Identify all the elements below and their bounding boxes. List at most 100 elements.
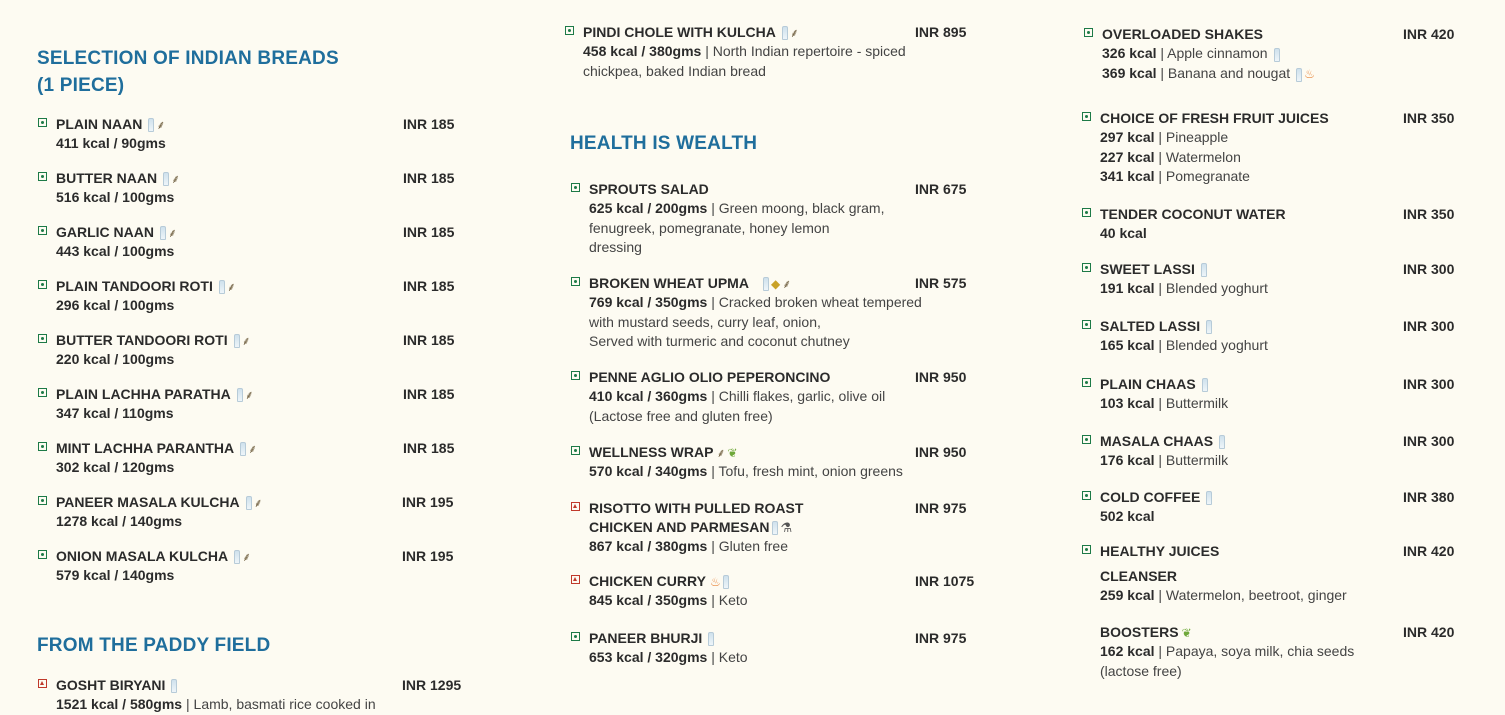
item-description: | Tofu, fresh mint, onion greens (711, 463, 903, 479)
item-description: (lactose free) (1100, 662, 1182, 679)
item-price: INR 975 (915, 630, 967, 646)
wheat-icon: ⸙ (789, 26, 799, 41)
menu-item-cold-coffee: COLD COFFEE INR 380 502 kcal (1082, 488, 1462, 527)
item-kcal: 502 kcal (1100, 508, 1155, 524)
menu-item-healthy-juices: HEALTHY JUICES INR 420 CLEANSER 259 kcal… (1082, 542, 1462, 606)
milk-icon (1296, 67, 1303, 82)
item-price: INR 300 (1403, 433, 1455, 449)
item-price: INR 1295 (402, 677, 462, 693)
nonveg-mark-icon (571, 575, 580, 584)
item-description: | Buttermilk (1158, 452, 1229, 468)
item-price: INR 300 (1403, 318, 1455, 334)
wheat-icon: ⸙ (244, 388, 254, 403)
item-price: INR 185 (403, 332, 455, 348)
menu-item-penne-aglio-olio: PENNE AGLIO OLIO PEPERONCINO INR 950 410… (571, 368, 989, 426)
item-subheading: CLEANSER (1100, 568, 1178, 584)
item-kcal: 369 kcal (1102, 65, 1157, 82)
menu-item-sweet-lassi: SWEET LASSI INR 300 191 kcal | Blended y… (1082, 260, 1462, 299)
veg-mark-icon (38, 388, 47, 397)
item-description: (Lactose free and gluten free) (589, 407, 773, 424)
item-kcal: 259 kcal (1100, 587, 1155, 603)
milk-icon (762, 276, 769, 291)
item-name: MINT LACHHA PARANTHA (56, 440, 235, 456)
item-name: CHICKEN CURRY (589, 573, 706, 589)
veg-mark-icon (1082, 545, 1091, 554)
item-description: | Cracked broken wheat tempered (711, 294, 922, 310)
milk-icon (722, 574, 729, 589)
item-price: INR 185 (403, 170, 455, 186)
item-description: | Watermelon (1158, 148, 1241, 165)
nut-icon: ◆ (770, 276, 781, 291)
item-kcal: 769 kcal / 350gms (589, 294, 708, 310)
veg-mark-icon (1082, 491, 1091, 500)
leaf-icon: ❦ (1181, 625, 1192, 640)
menu-item-risotto: RISOTTO WITH PULLED ROAST CHICKEN AND PA… (571, 499, 989, 557)
milk-icon (163, 171, 170, 186)
item-name: ONION MASALA KULCHA (56, 548, 229, 564)
item-description: fenugreek, pomegranate, honey lemon (589, 219, 830, 236)
veg-mark-icon (1082, 208, 1091, 217)
item-name: MASALA CHAAS (1100, 433, 1214, 449)
milk-icon (1201, 377, 1208, 392)
item-price: INR 420 (1403, 624, 1455, 640)
item-name: SALTED LASSI (1100, 318, 1201, 334)
item-kcal: 162 kcal (1100, 643, 1155, 659)
item-price: INR 575 (915, 275, 967, 291)
item-price: INR 300 (1403, 261, 1455, 277)
milk-icon (160, 225, 166, 240)
milk-icon (708, 631, 715, 646)
item-kcal: 297 kcal (1100, 129, 1155, 145)
item-kcal: 570 kcal / 340gms (589, 463, 708, 479)
item-name: SPROUTS SALAD (589, 181, 709, 197)
milk-icon (148, 117, 155, 132)
item-price: INR 195 (402, 548, 454, 564)
wheat-icon: ⸙ (248, 442, 258, 457)
item-name: CHICKEN AND PARMESAN (589, 519, 770, 535)
item-price: INR 350 (1403, 206, 1455, 222)
item-kcal: 302 kcal / 120gms (56, 459, 175, 475)
veg-mark-icon (38, 496, 47, 505)
veg-mark-icon (1082, 320, 1091, 329)
item-name: TENDER COCONUT WATER (1100, 206, 1286, 222)
wheat-icon: ⸙ (241, 334, 251, 349)
milk-icon (1200, 262, 1207, 277)
veg-mark-icon (38, 334, 47, 343)
item-kcal: 625 kcal / 200gms (589, 200, 708, 216)
item-description: | Blended yoghurt (1158, 337, 1268, 353)
menu-item-bread: ONION MASALA KULCHA ⸙ INR 195 579 kcal / 14… (38, 547, 466, 586)
milk-icon (1206, 319, 1213, 334)
milk-icon (234, 549, 241, 564)
item-price: INR 1075 (915, 573, 975, 589)
item-description: chickpea, baked Indian bread (583, 62, 766, 79)
item-description: | Gluten free (707, 538, 788, 554)
item-name: PLAIN NAAN (56, 116, 143, 132)
item-price: INR 420 (1403, 543, 1455, 559)
item-description: Served with turmeric and coconut chutney (589, 333, 850, 349)
item-description: | Apple cinnamon (1160, 45, 1268, 61)
item-price: INR 185 (403, 116, 455, 132)
item-name: GOSHT BIRYANI (56, 677, 166, 693)
veg-mark-icon (571, 183, 580, 192)
milk-icon (781, 25, 788, 40)
menu-item-gosht-biryani: GOSHT BIRYANI INR 1295 1521 kcal / 580gm… (38, 676, 466, 715)
item-price: INR 895 (915, 24, 967, 40)
item-description: | Blended yoghurt (1158, 280, 1268, 296)
menu-item-bread: BUTTER NAAN ⸙ INR 185 516 kcal / 100gms (38, 169, 466, 208)
item-price: INR 975 (915, 500, 967, 516)
item-description: | Chilli flakes, garlic, olive oil (711, 388, 886, 404)
milk-icon (218, 279, 225, 294)
nonveg-mark-icon (38, 679, 47, 688)
item-kcal: 1278 kcal / 140gms (56, 513, 183, 529)
milk-icon (240, 441, 247, 456)
item-name: OVERLOADED SHAKES (1102, 26, 1264, 42)
item-kcal: 296 kcal / 100gms (56, 297, 175, 313)
item-price: INR 950 (915, 369, 967, 385)
item-kcal: 516 kcal / 100gms (56, 189, 175, 205)
menu-item-plain-chaas: PLAIN CHAAS INR 300 103 kcal | Buttermil… (1082, 375, 1462, 414)
fire-icon: ♨ (1304, 66, 1315, 81)
item-price: INR 950 (915, 444, 967, 460)
section-title-line: SELECTION OF INDIAN BREADS (37, 48, 339, 69)
veg-mark-icon (38, 280, 47, 289)
menu-item-wellness-wrap: WELLNESS WRAP ⸙ ❦ INR 950 570 kcal / 340gm… (571, 443, 989, 482)
item-description: | Pomegranate (1158, 168, 1250, 184)
